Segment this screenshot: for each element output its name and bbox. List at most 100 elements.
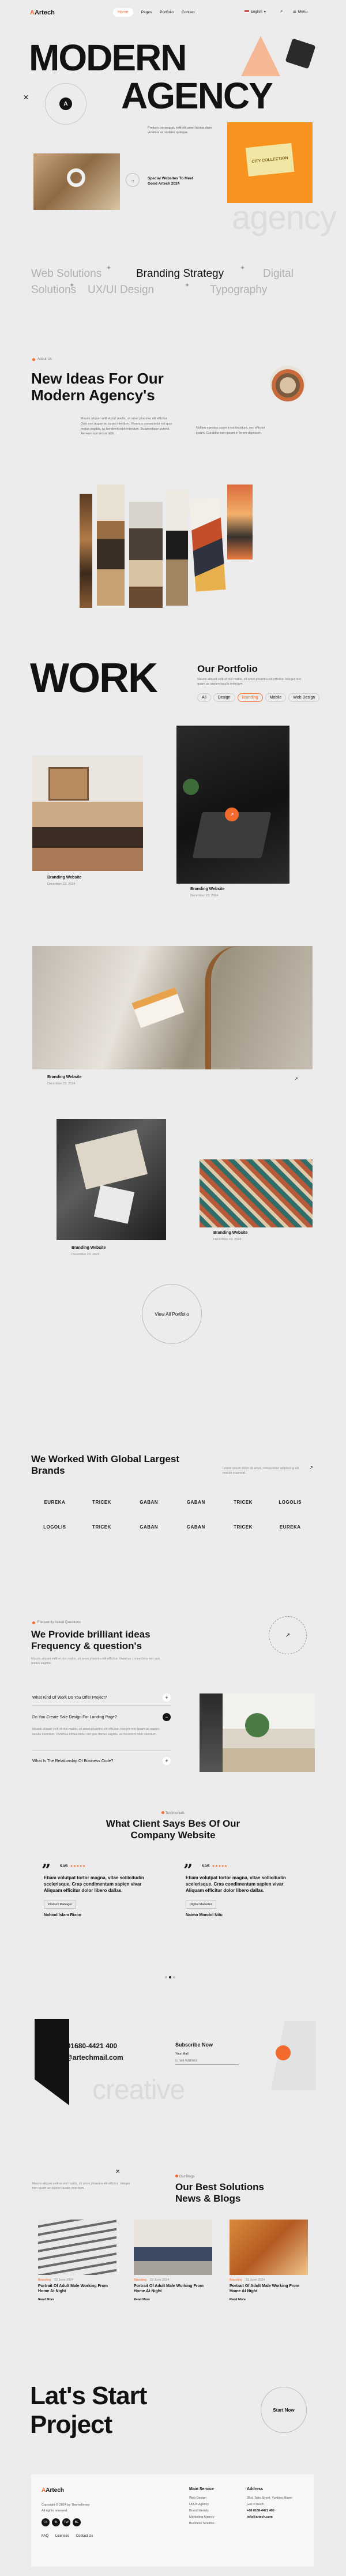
portfolio-item-title[interactable]: Branding Website <box>213 1231 247 1236</box>
linkedin-icon[interactable]: IN <box>52 2518 60 2526</box>
blog-image <box>38 2220 116 2275</box>
blog-post-title: Portrait Of Adult Male Working From Home… <box>230 2284 299 2293</box>
nav-pages[interactable]: Pages <box>141 10 152 14</box>
footer-link-licenses[interactable]: Licenses <box>55 2534 69 2538</box>
facebook-icon[interactable]: FB <box>42 2518 50 2526</box>
footer-phone[interactable]: +88 0168-4421 400 <box>247 2509 304 2513</box>
blog-date: 22 June 2024 <box>246 2278 265 2282</box>
divider <box>32 1705 171 1706</box>
footer-service-link[interactable]: Brand Identity <box>189 2509 215 2513</box>
business-card-shape <box>131 987 185 1028</box>
portfolio-open-button[interactable]: ↗ <box>225 808 239 821</box>
start-now-button[interactable]: Start Now <box>261 2387 307 2433</box>
contact-phone[interactable]: +88 01680-4421 400 <box>53 2042 117 2050</box>
hero-rotating-badge[interactable]: A <box>45 83 86 125</box>
plus-icon[interactable]: + <box>163 1693 171 1702</box>
portfolio-item-title[interactable]: Branding Website <box>190 887 224 892</box>
faq-photo-small <box>200 1693 223 1772</box>
blog-card[interactable]: Branding 22 June 2024 Portrait Of Adult … <box>134 2220 212 2301</box>
hero-title-line1: MODERN <box>29 37 187 78</box>
logo-text: Artech <box>34 9 55 16</box>
faq-tag-label: Frequently Asked Questions <box>37 1621 81 1624</box>
faq-rotating-badge: ↗ <box>269 1616 307 1654</box>
behance-icon[interactable]: BE <box>73 2518 81 2526</box>
faq-item-3[interactable]: What Is The Relationship Of Business Cod… <box>32 1757 171 1765</box>
portfolio-item-title[interactable]: Branding Website <box>72 1246 106 1251</box>
footer-logo[interactable]: AArtech <box>42 2487 64 2494</box>
cta-line1: Lat's Start <box>30 2382 147 2410</box>
service-star-icon: ✦ <box>240 265 246 272</box>
carousel-dot[interactable] <box>173 1976 175 1978</box>
plus-icon[interactable]: + <box>163 1757 171 1765</box>
footer-service-link[interactable]: Business Solution <box>189 2522 215 2525</box>
subscribe-email-input[interactable] <box>175 2057 239 2065</box>
menu-button[interactable]: ☰ Menu <box>293 9 307 14</box>
carousel-dot[interactable] <box>165 1976 167 1978</box>
blog-tag: Our Blogs <box>175 2175 194 2179</box>
blog-date: 22 June 2024 <box>54 2278 74 2282</box>
arrow-icon[interactable]: ↗ <box>294 1076 298 1082</box>
main-nav: Home Pages Portfolio Contact <box>113 8 194 17</box>
hero-arrow-button[interactable]: → <box>126 173 140 187</box>
filter-branding[interactable]: Branding <box>237 693 263 702</box>
service-star-icon: ✦ <box>69 282 75 289</box>
orange-dot <box>276 2045 291 2060</box>
footer-link-contact[interactable]: Contact Us <box>76 2534 93 2538</box>
minus-icon[interactable]: − <box>163 1713 171 1721</box>
portfolio-image[interactable] <box>57 1119 166 1240</box>
about-paragraph-2: Nullam egestas quam a est tincidunt, nec… <box>196 426 265 435</box>
carousel-dot[interactable] <box>169 1976 171 1978</box>
rating: 5.0/5 ★★★★★ <box>60 1864 159 1869</box>
nav-contact[interactable]: Contact <box>182 10 194 14</box>
footer-service-link[interactable]: Web Design <box>189 2496 215 2500</box>
filter-web-design[interactable]: Web Design <box>288 693 320 702</box>
portfolio-image[interactable] <box>176 726 289 884</box>
footer-email[interactable]: info@artech.com <box>247 2515 304 2519</box>
brand-logo: EUREKA <box>279 1524 301 1530</box>
collage-strip <box>129 502 163 608</box>
footer-col-address-title: Address <box>247 2487 264 2491</box>
blog-card[interactable]: Branding 22 June 2024 Portrait Of Adult … <box>38 2220 116 2301</box>
portfolio-item-date: December 23, 2024 <box>190 894 219 898</box>
footer-link-faq[interactable]: FAQ <box>42 2534 48 2538</box>
footer-address: 2Bd, Talin Street, Yunkies Miami <box>247 2496 292 2500</box>
read-more-link[interactable]: Read More <box>134 2298 212 2301</box>
portfolio-item-title[interactable]: Branding Website <box>47 1075 81 1080</box>
nav-home[interactable]: Home <box>113 8 133 17</box>
blog-category: Branding <box>134 2278 147 2282</box>
blog-card[interactable]: Branding 22 June 2024 Portrait Of Adult … <box>230 2220 308 2301</box>
read-more-link[interactable]: Read More <box>38 2298 116 2301</box>
contact-section: +88 01680-4421 400 info@artechmail.com c… <box>0 2019 346 2134</box>
blog-date: 22 June 2024 <box>150 2278 170 2282</box>
view-all-portfolio-button[interactable]: View All Portfolio <box>142 1284 202 1344</box>
rating: 5.0/5 ★★★★★ <box>202 1864 301 1869</box>
blog-image <box>134 2220 212 2275</box>
contact-email[interactable]: info@artechmail.com <box>53 2053 123 2061</box>
portfolio-title: Our Portfolio <box>197 663 258 674</box>
site-logo[interactable]: AArtech <box>30 9 55 16</box>
filter-design[interactable]: Design <box>213 693 235 702</box>
twitter-icon[interactable]: TW <box>62 2518 70 2526</box>
portfolio-image[interactable] <box>32 756 143 871</box>
testimonials-title: What Client Says Bes Of Our Company Webs… <box>106 1818 240 1841</box>
footer-service-link[interactable]: Marketing Agency <box>189 2515 215 2519</box>
faq-item-2[interactable]: Do You Create Sale Design For Landing Pa… <box>32 1713 171 1721</box>
filter-all[interactable]: All <box>197 693 211 702</box>
about-collage <box>80 485 264 611</box>
brand-logo: TRICEK <box>92 1524 111 1530</box>
footer-service-link[interactable]: UI/UX Agency <box>189 2503 215 2506</box>
nav-portfolio[interactable]: Portfolio <box>160 10 174 14</box>
dot-icon <box>32 1621 35 1624</box>
portfolio-item-title[interactable]: Branding Website <box>47 876 81 881</box>
search-icon[interactable]: ⌕ <box>280 9 283 14</box>
faq-desc: Mauris aliquet velit et nisl mattis, sit… <box>31 1657 160 1666</box>
cta-line2: Project <box>30 2410 112 2439</box>
faq-item-1[interactable]: What Kind Of Work Do You Offer Project? … <box>32 1693 171 1702</box>
language-label: English <box>251 10 262 14</box>
portfolio-image[interactable] <box>32 946 313 1069</box>
chevron-down-icon: ▾ <box>264 10 266 14</box>
read-more-link[interactable]: Read More <box>230 2298 308 2301</box>
portfolio-image[interactable] <box>200 1159 313 1227</box>
filter-mobile[interactable]: Mobile <box>265 693 287 702</box>
language-select[interactable]: English ▾ <box>245 10 266 14</box>
